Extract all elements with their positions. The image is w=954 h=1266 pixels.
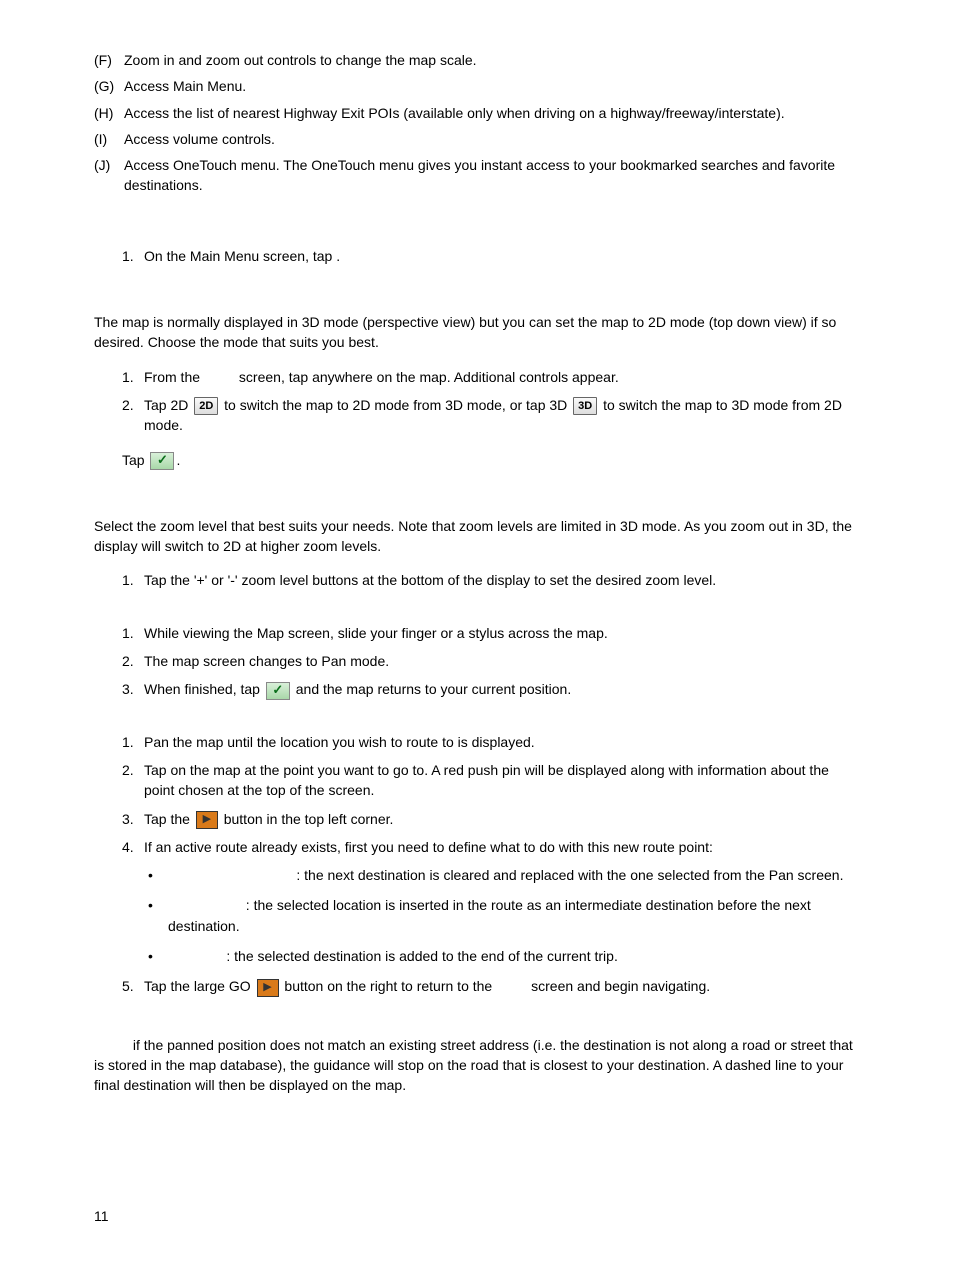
letter-item-h: (H) Access the list of nearest Highway E… <box>94 103 860 123</box>
letter-text: Access OneTouch menu. The OneTouch menu … <box>124 155 860 196</box>
route-step-5-list: 5. Tap the large GO ▶ button on the righ… <box>122 976 860 996</box>
main-menu-step-list: 1. On the Main Menu screen, tap . <box>122 246 860 266</box>
num-text: Tap on the map at the point you want to … <box>144 760 860 801</box>
text-part: : the next destination is cleared and re… <box>296 867 843 883</box>
num-text: From the screen, tap anywhere on the map… <box>144 367 860 387</box>
num-text: On the Main Menu screen, tap . <box>144 246 860 266</box>
num-label: 2. <box>122 395 144 436</box>
mode-paragraph: The map is normally displayed in 3D mode… <box>94 312 860 353</box>
pan-step-1: 1. While viewing the Map screen, slide y… <box>122 623 860 643</box>
num-label: 2. <box>122 651 144 671</box>
num-text: Tap the ▶ button in the top left corner. <box>144 809 860 829</box>
bullet-dot-icon: • <box>148 895 168 936</box>
num-text: Tap the large GO ▶ button on the right t… <box>144 976 860 996</box>
check-icon: ✓ <box>266 682 290 700</box>
letter-label: (H) <box>94 103 124 123</box>
note-text: if the panned position does not match an… <box>94 1037 853 1094</box>
text-part: : the selected destination is added to t… <box>226 948 617 964</box>
bullet-text: : the selected destination is added to t… <box>168 946 860 966</box>
letter-label: (F) <box>94 50 124 70</box>
bullet-text: : the selected location is inserted in t… <box>168 895 860 936</box>
num-text: While viewing the Map screen, slide your… <box>144 623 860 643</box>
mode-step-2: 2. Tap 2D 2D to switch the map to 2D mod… <box>122 395 860 436</box>
route-steps-list: 1. Pan the map until the location you wi… <box>122 732 860 857</box>
pan-step-3: 3. When finished, tap ✓ and the map retu… <box>122 679 860 699</box>
letter-text: Zoom in and zoom out controls to change … <box>124 50 860 70</box>
text-part: From the <box>144 369 200 385</box>
main-menu-step-1: 1. On the Main Menu screen, tap . <box>122 246 860 266</box>
bullet-text: : the next destination is cleared and re… <box>168 865 860 885</box>
route-step-2: 2. Tap on the map at the point you want … <box>122 760 860 801</box>
text-part: and the map returns to your current posi… <box>296 681 571 697</box>
bullet-dot-icon: • <box>148 865 168 885</box>
text-part: screen, tap anywhere on the map. Additio… <box>239 369 619 385</box>
text-part: button in the top left corner. <box>224 811 394 827</box>
num-text: When finished, tap ✓ and the map returns… <box>144 679 860 699</box>
zoom-paragraph: Select the zoom level that best suits yo… <box>94 516 860 557</box>
letter-list: (F) Zoom in and zoom out controls to cha… <box>94 50 860 196</box>
letter-label: (I) <box>94 129 124 149</box>
text-part: Tap the large GO <box>144 978 255 994</box>
mode-step-1: 1. From the screen, tap anywhere on the … <box>122 367 860 387</box>
text-part: button on the right to return to the <box>284 978 496 994</box>
num-label: 1. <box>122 246 144 266</box>
text-part: Tap the <box>144 811 194 827</box>
route-step-5: 5. Tap the large GO ▶ button on the righ… <box>122 976 860 996</box>
num-label: 3. <box>122 679 144 699</box>
num-text: If an active route already exists, first… <box>144 837 860 857</box>
zoom-steps-list: 1. Tap the '+' or '-' zoom level buttons… <box>122 570 860 590</box>
num-label: 1. <box>122 367 144 387</box>
route-step-4: 4. If an active route already exists, fi… <box>122 837 860 857</box>
letter-text: Access volume controls. <box>124 129 860 149</box>
num-text: Pan the map until the location you wish … <box>144 732 860 752</box>
letter-item-f: (F) Zoom in and zoom out controls to cha… <box>94 50 860 70</box>
three-d-icon: 3D <box>573 397 597 415</box>
letter-item-g: (G) Access Main Menu. <box>94 76 860 96</box>
period: . <box>176 452 180 468</box>
note-paragraph: if the panned position does not match an… <box>94 1035 860 1096</box>
letter-item-j: (J) Access OneTouch menu. The OneTouch m… <box>94 155 860 196</box>
route-bullet-1: • : the next destination is cleared and … <box>148 865 860 885</box>
pan-step-2: 2. The map screen changes to Pan mode. <box>122 651 860 671</box>
route-bullet-3: • : the selected destination is added to… <box>148 946 860 966</box>
text-part: screen and begin navigating. <box>531 978 710 994</box>
route-step-3: 3. Tap the ▶ button in the top left corn… <box>122 809 860 829</box>
page-number: 11 <box>94 1206 860 1226</box>
two-d-icon: 2D <box>194 397 218 415</box>
route-step-1: 1. Pan the map until the location you wi… <box>122 732 860 752</box>
bullet-dot-icon: • <box>148 946 168 966</box>
text-part: to switch the map to 2D mode from 3D mod… <box>224 397 571 413</box>
mode-steps-list: 1. From the screen, tap anywhere on the … <box>122 367 860 436</box>
route-bullet-2: • : the selected location is inserted in… <box>148 895 860 936</box>
go-icon: ▶ <box>196 811 218 829</box>
num-label: 5. <box>122 976 144 996</box>
go-icon: ▶ <box>257 979 279 997</box>
num-label: 1. <box>122 623 144 643</box>
text-part: : the selected location is inserted in t… <box>168 897 811 933</box>
num-text: Tap the '+' or '-' zoom level buttons at… <box>144 570 860 590</box>
tap-check-line: Tap ✓. <box>122 450 860 470</box>
num-text: The map screen changes to Pan mode. <box>144 651 860 671</box>
route-bullets: • : the next destination is cleared and … <box>148 865 860 966</box>
num-label: 4. <box>122 837 144 857</box>
num-label: 1. <box>122 570 144 590</box>
pan-steps-list: 1. While viewing the Map screen, slide y… <box>122 623 860 700</box>
text-part: When finished, tap <box>144 681 264 697</box>
letter-text: Access the list of nearest Highway Exit … <box>124 103 860 123</box>
num-text: Tap 2D 2D to switch the map to 2D mode f… <box>144 395 860 436</box>
letter-item-i: (I) Access volume controls. <box>94 129 860 149</box>
letter-label: (G) <box>94 76 124 96</box>
num-label: 2. <box>122 760 144 801</box>
letter-text: Access Main Menu. <box>124 76 860 96</box>
tap-text: Tap <box>122 452 148 468</box>
check-icon: ✓ <box>150 452 174 470</box>
num-label: 3. <box>122 809 144 829</box>
zoom-step-1: 1. Tap the '+' or '-' zoom level buttons… <box>122 570 860 590</box>
num-label: 1. <box>122 732 144 752</box>
text-part: Tap 2D <box>144 397 192 413</box>
letter-label: (J) <box>94 155 124 196</box>
